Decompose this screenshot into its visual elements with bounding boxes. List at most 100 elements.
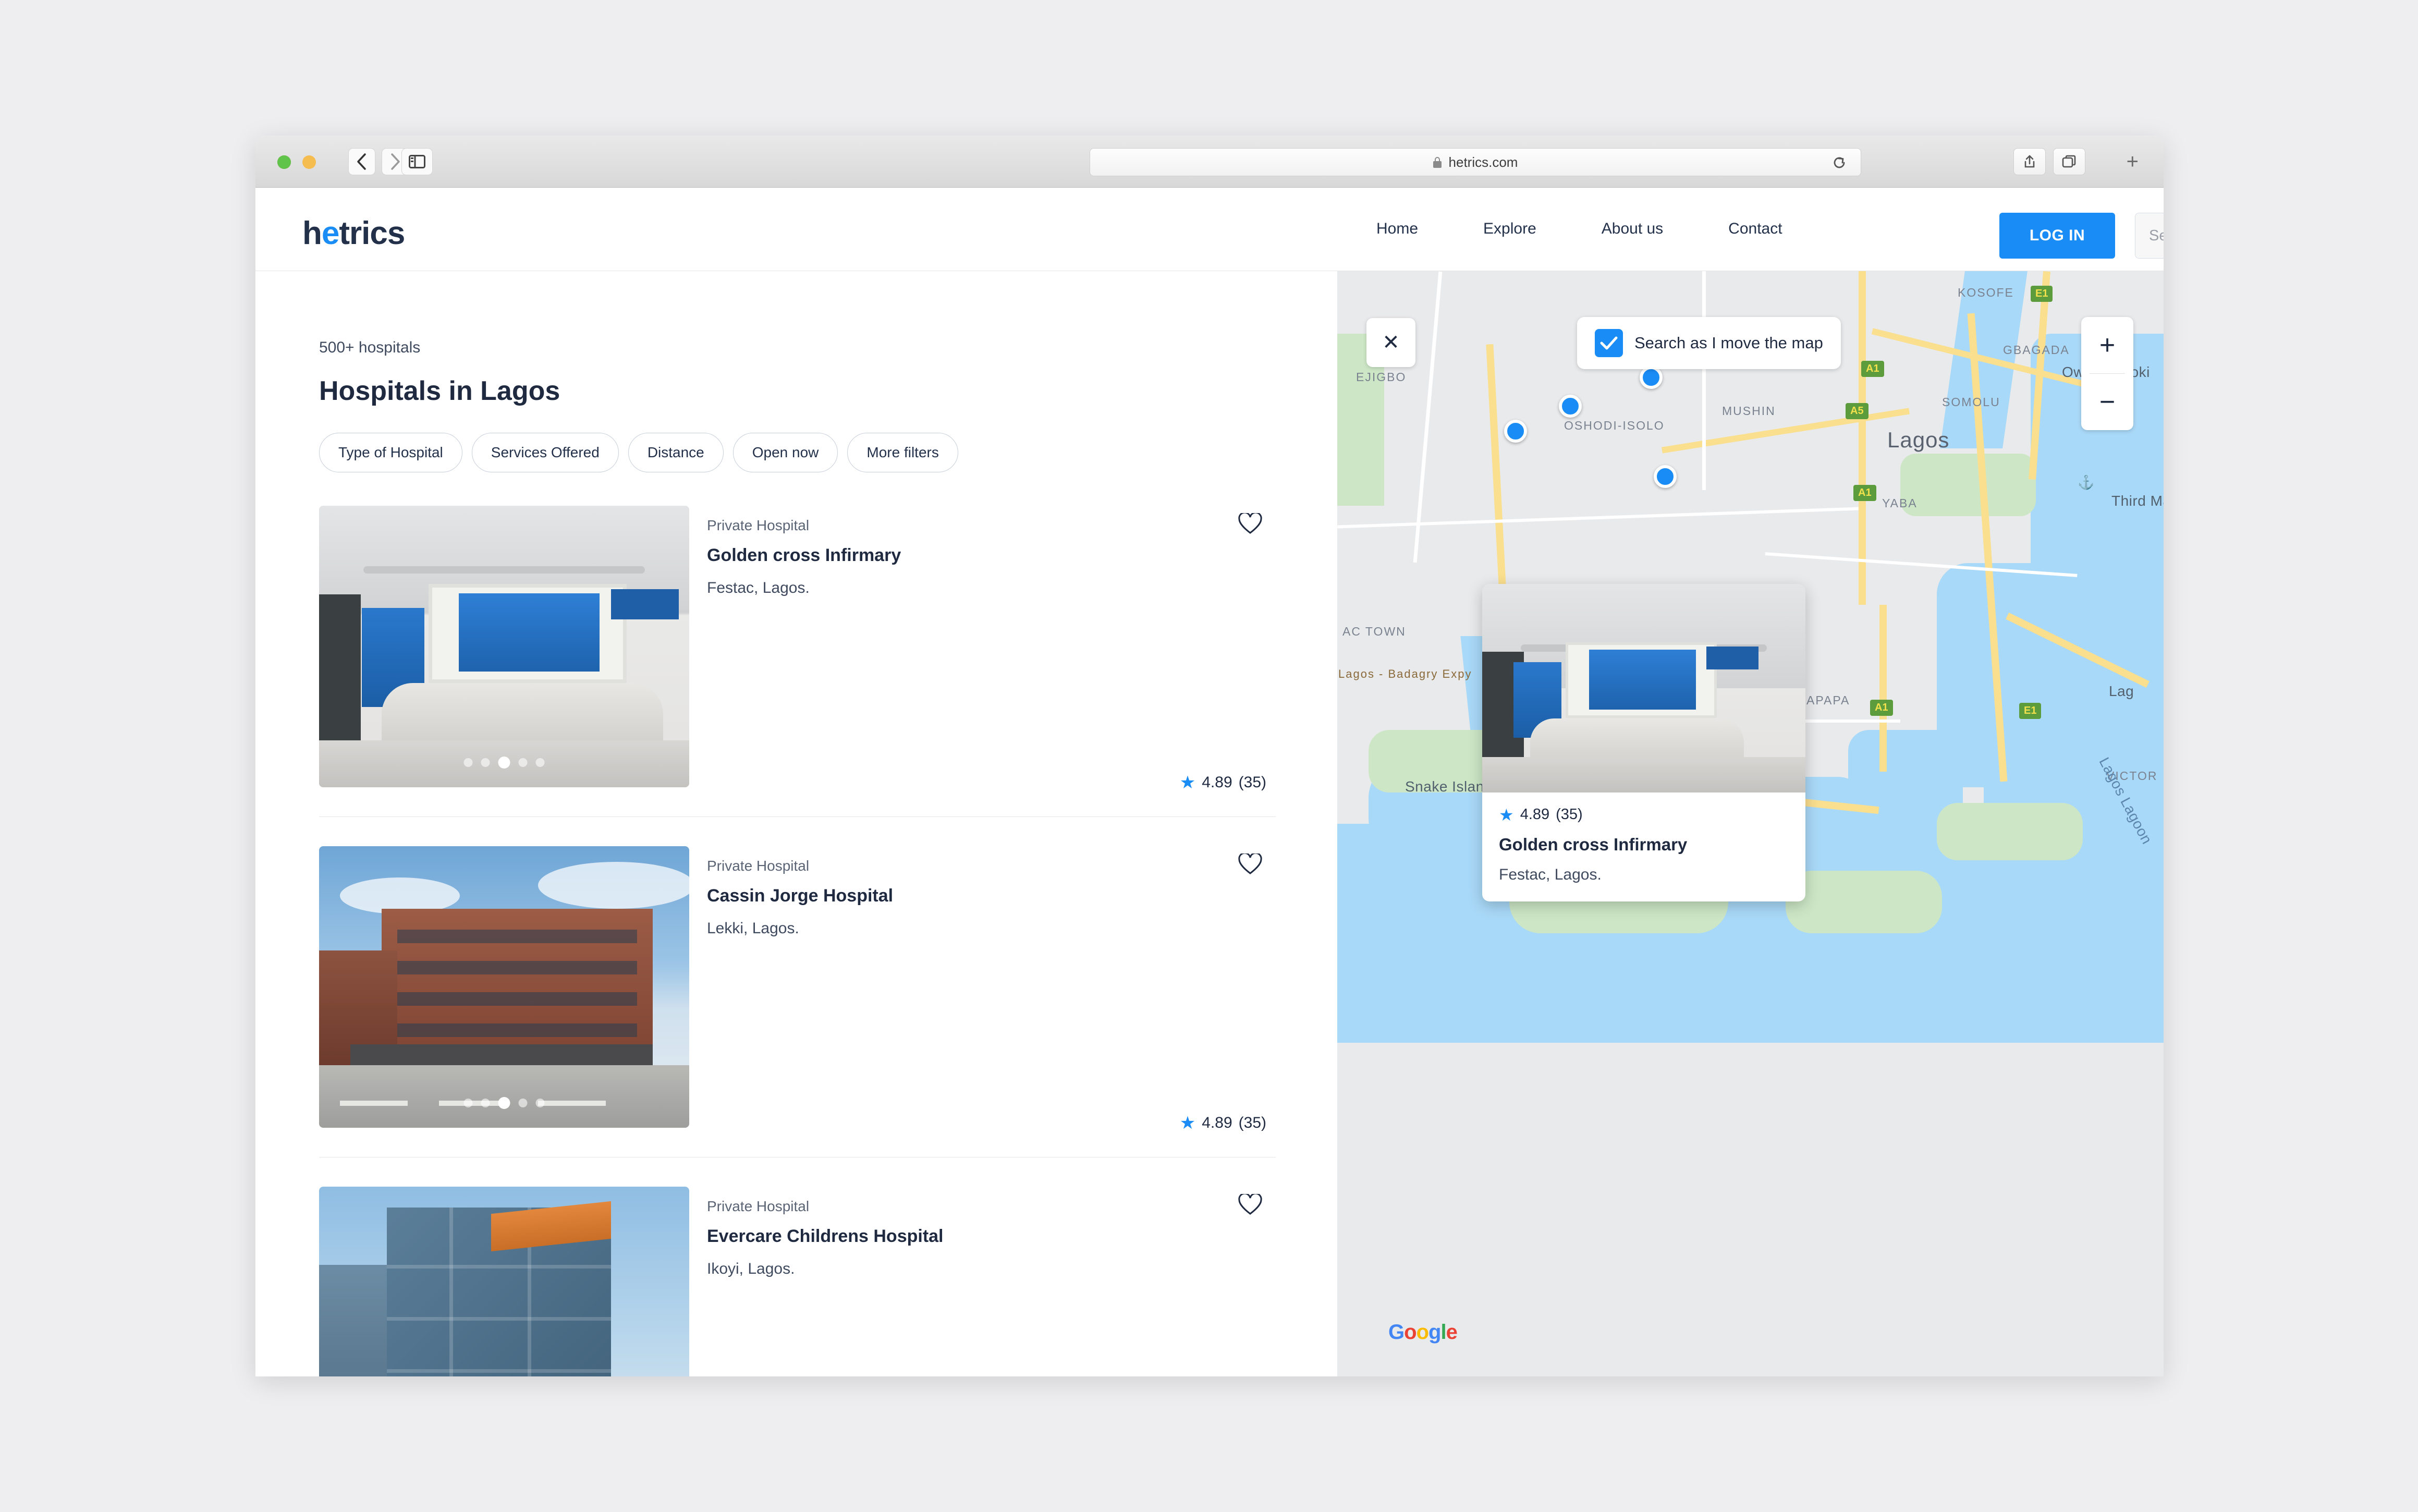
- hospital-list: Private Hospital Golden cross Infirmary …: [319, 506, 1276, 1376]
- close-map-button[interactable]: ✕: [1366, 318, 1415, 367]
- list-item[interactable]: Private Hospital Evercare Childrens Hosp…: [319, 1187, 1276, 1376]
- nav-item-explore[interactable]: Explore: [1483, 220, 1536, 238]
- reload-icon[interactable]: [1831, 155, 1847, 173]
- nav-item-about-us[interactable]: About us: [1602, 220, 1663, 238]
- highway-shield: E1: [2019, 703, 2042, 719]
- map-info-popup[interactable]: ★ 4.89 (35) Golden cross Infirmary Festa…: [1482, 584, 1805, 901]
- hospital-thumbnail[interactable]: [319, 846, 689, 1128]
- map-label: Snake Island: [1405, 778, 1493, 795]
- hospital-thumbnail[interactable]: [319, 506, 689, 787]
- popup-info: ★ 4.89 (35) Golden cross Infirmary Festa…: [1482, 792, 1805, 901]
- hospital-info: Private Hospital Evercare Childrens Hosp…: [689, 1187, 1276, 1376]
- hospital-type: Private Hospital: [707, 858, 810, 874]
- map-label: Third Mainland: [2111, 493, 2164, 509]
- map-pin[interactable]: [1654, 465, 1677, 488]
- rating-value: 4.89: [1202, 774, 1232, 791]
- zoom-in-button[interactable]: +: [2081, 317, 2133, 373]
- list-item[interactable]: Private Hospital Cassin Jorge Hospital L…: [319, 846, 1276, 1157]
- page-title: Hospitals in Lagos: [319, 376, 560, 406]
- sidebar-toggle-button[interactable]: [401, 148, 433, 175]
- logo-part-2: trics: [339, 215, 405, 251]
- hospital-type: Private Hospital: [707, 1198, 810, 1214]
- site-header: hetrics Home Explore About us Contact LO…: [255, 188, 2164, 271]
- map-pane[interactable]: KOSOFE EJIGBO ILUPEJU GBAGADA Oworonshok…: [1337, 271, 2164, 1376]
- main-navigation: Home Explore About us Contact: [1376, 220, 1782, 238]
- login-button[interactable]: LOG IN: [1999, 213, 2115, 259]
- map-label: EJIGBO: [1356, 370, 1407, 384]
- map-label: YABA: [1882, 496, 1918, 510]
- map-pin[interactable]: [1559, 395, 1582, 418]
- map-label: MUSHIN: [1722, 404, 1776, 418]
- page-content: 500+ hospitals Hospitals in Lagos Type o…: [255, 271, 2164, 1376]
- hospital-thumbnail[interactable]: [319, 1187, 689, 1376]
- nav-item-contact[interactable]: Contact: [1728, 220, 1782, 238]
- map-pin[interactable]: [1640, 366, 1663, 389]
- map-label: OSHODI-ISOLO: [1564, 419, 1665, 432]
- filter-open-now[interactable]: Open now: [732, 433, 838, 472]
- highway-shield: A1: [1861, 361, 1884, 377]
- window-controls: [277, 155, 316, 169]
- address-bar[interactable]: hetrics.com: [1090, 148, 1861, 176]
- rating-row: ★ 4.89 (35): [1180, 774, 1266, 791]
- carousel-dots: [463, 757, 545, 769]
- toolbar-right: [2013, 148, 2085, 175]
- filter-services-offered[interactable]: Services Offered: [471, 433, 619, 472]
- star-icon: ★: [1499, 805, 1514, 824]
- url-text: hetrics.com: [1448, 154, 1518, 170]
- filter-chips: Type of Hospital Services Offered Distan…: [319, 433, 958, 472]
- tabs-button[interactable]: [2053, 148, 2085, 175]
- map-label: SOMOLU: [1942, 395, 2000, 409]
- rating-row: ★ 4.89 (35): [1180, 1114, 1266, 1132]
- header-search-box[interactable]: [2135, 213, 2164, 259]
- heart-outline-icon[interactable]: [1238, 511, 1262, 538]
- results-pane: 500+ hospitals Hospitals in Lagos Type o…: [255, 271, 1337, 1376]
- map-pin[interactable]: [1504, 420, 1527, 443]
- search-as-i-move-toggle[interactable]: Search as I move the map: [1577, 317, 1841, 369]
- hospital-type: Private Hospital: [707, 517, 810, 533]
- map-label: AC TOWN: [1342, 625, 1406, 638]
- minimize-window-button[interactable]: [302, 155, 316, 169]
- map-canvas[interactable]: KOSOFE EJIGBO ILUPEJU GBAGADA Oworonshok…: [1337, 271, 2164, 1376]
- heart-outline-icon[interactable]: [1238, 852, 1262, 878]
- filter-distance[interactable]: Distance: [628, 433, 724, 472]
- map-zoom-controls: + −: [2081, 317, 2133, 430]
- hospital-info: Private Hospital Cassin Jorge Hospital L…: [689, 846, 1276, 1132]
- zoom-out-button[interactable]: −: [2081, 374, 2133, 430]
- new-tab-button[interactable]: +: [2127, 151, 2139, 172]
- carousel-dots: [463, 1097, 545, 1109]
- popup-thumbnail[interactable]: [1482, 584, 1805, 792]
- hospital-name: Golden cross Infirmary: [707, 545, 901, 565]
- star-icon: ★: [1179, 1113, 1196, 1133]
- lock-icon: [1433, 156, 1442, 168]
- google-attribution-logo: Google: [1388, 1321, 1458, 1344]
- hospital-address: Ikoyi, Lagos.: [707, 1260, 795, 1277]
- logo-accent-letter: e: [321, 215, 339, 251]
- back-button[interactable]: [348, 148, 375, 175]
- search-as-i-move-label: Search as I move the map: [1634, 334, 1823, 352]
- map-label: Lagos: [1887, 428, 1950, 452]
- poi-marker-icon: ⚓: [2078, 474, 2095, 490]
- popup-rating-value: 4.89: [1520, 806, 1550, 823]
- map-label: KOSOFE: [1958, 286, 2014, 299]
- nav-item-home[interactable]: Home: [1376, 220, 1418, 238]
- checkmark-icon[interactable]: [1595, 329, 1623, 357]
- list-item[interactable]: Private Hospital Golden cross Infirmary …: [319, 506, 1276, 817]
- maximize-window-button[interactable]: [277, 155, 291, 169]
- browser-titlebar: hetrics.com +: [255, 136, 2164, 188]
- highway-shield: E1: [2031, 286, 2053, 302]
- map-label: APAPA: [1806, 693, 1850, 707]
- search-input[interactable]: [2149, 227, 2164, 245]
- star-icon: ★: [1179, 773, 1196, 792]
- highway-shield: A1: [1870, 700, 1893, 716]
- filter-type-of-hospital[interactable]: Type of Hospital: [319, 433, 462, 472]
- review-count: (35): [1238, 774, 1266, 791]
- rating-value: 4.89: [1202, 1114, 1232, 1131]
- highway-shield: A1: [1853, 485, 1876, 501]
- logo-part-1: h: [302, 215, 322, 251]
- share-button[interactable]: [2013, 148, 2046, 175]
- filter-more-filters[interactable]: More filters: [847, 433, 958, 472]
- heart-outline-icon[interactable]: [1238, 1192, 1262, 1218]
- site-logo[interactable]: hetrics: [302, 215, 405, 252]
- navigation-buttons: [348, 148, 409, 175]
- map-label: Lag: [2109, 683, 2134, 699]
